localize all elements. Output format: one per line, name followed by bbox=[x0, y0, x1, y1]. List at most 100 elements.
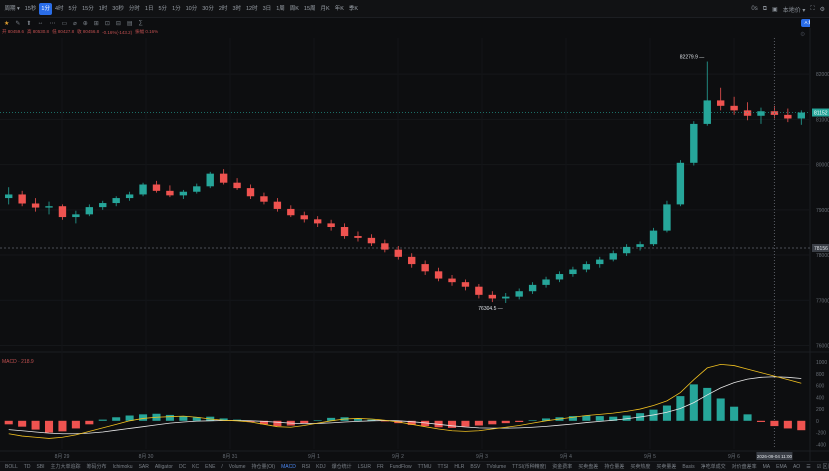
indicator-tab-1[interactable]: TD bbox=[21, 464, 34, 470]
candle-body[interactable] bbox=[555, 274, 564, 280]
candle-body[interactable] bbox=[233, 182, 241, 189]
candle-body[interactable] bbox=[58, 206, 67, 218]
candle-body[interactable] bbox=[354, 236, 362, 238]
candle-body[interactable] bbox=[784, 114, 792, 119]
candle-body[interactable] bbox=[730, 105, 738, 111]
candle-body[interactable] bbox=[85, 207, 94, 215]
candle-body[interactable] bbox=[434, 271, 443, 279]
indicator-tab-21[interactable]: TTMU bbox=[415, 464, 435, 470]
candle-body[interactable] bbox=[381, 243, 389, 250]
indicator-tab-31[interactable]: 买卖量差 bbox=[653, 463, 679, 470]
candle-body[interactable] bbox=[609, 253, 617, 260]
indicator-tab-4[interactable]: 筹码分布 bbox=[84, 463, 110, 470]
indicator-tab-20[interactable]: FundFlow bbox=[387, 464, 415, 470]
candle-body[interactable] bbox=[716, 100, 725, 106]
candle-body[interactable] bbox=[622, 246, 631, 254]
candle-body[interactable] bbox=[99, 203, 107, 208]
candle-body[interactable] bbox=[528, 284, 537, 292]
indicator-tab-7[interactable]: Alligator bbox=[152, 464, 176, 470]
candle-body[interactable] bbox=[649, 230, 658, 245]
candle-body[interactable] bbox=[367, 237, 376, 244]
candle-body[interactable] bbox=[461, 282, 470, 287]
candle-body[interactable] bbox=[703, 100, 711, 124]
candle-body[interactable] bbox=[246, 188, 255, 197]
indicator-tab-22[interactable]: TTSI bbox=[435, 464, 452, 470]
candle-body[interactable] bbox=[125, 194, 134, 199]
candle-body[interactable] bbox=[273, 201, 282, 209]
indicator-tab-16[interactable]: KDJ bbox=[313, 464, 328, 470]
candle-body[interactable] bbox=[18, 194, 26, 204]
candle-body[interactable] bbox=[515, 291, 523, 297]
candle-body[interactable] bbox=[340, 227, 349, 237]
indicator-tab-36[interactable]: EMA bbox=[773, 464, 790, 470]
indicator-tab-15[interactable]: RSI bbox=[299, 464, 313, 470]
indicator-tab-32[interactable]: Basis bbox=[679, 464, 697, 470]
indicator-tab-38[interactable]: ☰ bbox=[803, 464, 813, 470]
candle-body[interactable] bbox=[421, 264, 429, 272]
candle-body[interactable] bbox=[663, 204, 671, 231]
indicator-tab-35[interactable]: MA bbox=[760, 464, 774, 470]
indicator-tab-29[interactable]: 持仓量差 bbox=[601, 463, 627, 470]
indicator-tab-26[interactable]: TTSI(币种精度) bbox=[509, 463, 549, 470]
indicator-tab-19[interactable]: FR bbox=[374, 464, 387, 470]
trading-chart[interactable]: 82000 81000 80000 79000 78000 77000 76000 8月 29… bbox=[0, 0, 829, 461]
candle-body[interactable] bbox=[179, 191, 188, 196]
candle-body[interactable] bbox=[394, 249, 402, 257]
candle-body[interactable] bbox=[72, 214, 80, 218]
indicator-tab-12[interactable]: Volume bbox=[226, 464, 249, 470]
candle-body[interactable] bbox=[31, 203, 40, 208]
candle-body[interactable] bbox=[448, 278, 456, 283]
candle-body[interactable] bbox=[475, 286, 483, 295]
candle-body[interactable] bbox=[45, 206, 53, 208]
indicator-tab-30[interactable]: 买卖热度 bbox=[627, 463, 653, 470]
candle-body[interactable] bbox=[260, 196, 268, 202]
indicator-tab-14[interactable]: MACD bbox=[278, 464, 299, 470]
candle-body[interactable] bbox=[582, 264, 591, 270]
candle-body[interactable] bbox=[287, 208, 295, 216]
indicator-tab-13[interactable]: 持仓量(OI) bbox=[248, 463, 278, 470]
indicator-tab-23[interactable]: HLR bbox=[451, 464, 467, 470]
candle-body[interactable] bbox=[193, 186, 201, 192]
indicator-tab-25[interactable]: TVolume bbox=[483, 464, 509, 470]
candle-body[interactable] bbox=[313, 219, 322, 224]
candle-body[interactable] bbox=[636, 244, 644, 247]
candle-body[interactable] bbox=[797, 112, 805, 119]
candle-body[interactable] bbox=[112, 198, 120, 204]
candle-body[interactable] bbox=[327, 223, 335, 228]
candle-body[interactable] bbox=[743, 110, 752, 116]
candle-body[interactable] bbox=[300, 215, 308, 220]
candle-body[interactable] bbox=[166, 190, 174, 196]
candle-body[interactable] bbox=[569, 269, 577, 275]
indicator-tab-33[interactable]: 净吃单成交 bbox=[698, 463, 729, 470]
indicator-tab-3[interactable]: 主力大单追踪 bbox=[48, 463, 84, 470]
chart-settings-icon[interactable]: ⚙ bbox=[800, 31, 805, 38]
candle-body[interactable] bbox=[596, 259, 604, 265]
indicator-tab-28[interactable]: 买卖盘差 bbox=[575, 463, 601, 470]
candle-body[interactable] bbox=[408, 256, 416, 265]
candle-body[interactable] bbox=[502, 296, 510, 299]
candle-body[interactable] bbox=[488, 294, 497, 299]
indicator-tab-11[interactable]: / bbox=[218, 464, 225, 470]
candle-body[interactable] bbox=[542, 279, 550, 285]
indicator-tab-18[interactable]: LSUR bbox=[355, 464, 374, 470]
candle-body[interactable] bbox=[219, 173, 228, 183]
indicator-tab-24[interactable]: BSV bbox=[467, 464, 483, 470]
candle-body[interactable] bbox=[5, 194, 13, 199]
candle-body[interactable] bbox=[690, 123, 698, 163]
indicator-tab-27[interactable]: 资金费率 bbox=[549, 463, 575, 470]
candle-body[interactable] bbox=[139, 184, 147, 195]
candle-body[interactable] bbox=[757, 111, 765, 116]
indicator-tab-17[interactable]: 爆仓统计 bbox=[329, 463, 355, 470]
indicator-tab-10[interactable]: ENE bbox=[202, 464, 218, 470]
indicator-tab-6[interactable]: SAR bbox=[136, 464, 152, 470]
candle-body[interactable] bbox=[676, 162, 685, 205]
indicator-tab-8[interactable]: DC bbox=[176, 464, 189, 470]
indicator-tab-39[interactable]: ☑ 区间统计 bbox=[814, 463, 829, 470]
indicator-tab-37[interactable]: AO bbox=[790, 464, 803, 470]
indicator-tab-2[interactable]: SBI bbox=[33, 464, 47, 470]
indicator-tab-0[interactable]: BOLL bbox=[2, 464, 21, 470]
candle-body[interactable] bbox=[152, 184, 161, 191]
candle-body[interactable] bbox=[206, 173, 214, 187]
indicator-tab-5[interactable]: Ichimoku bbox=[110, 464, 136, 470]
indicator-tab-9[interactable]: KC bbox=[189, 464, 202, 470]
